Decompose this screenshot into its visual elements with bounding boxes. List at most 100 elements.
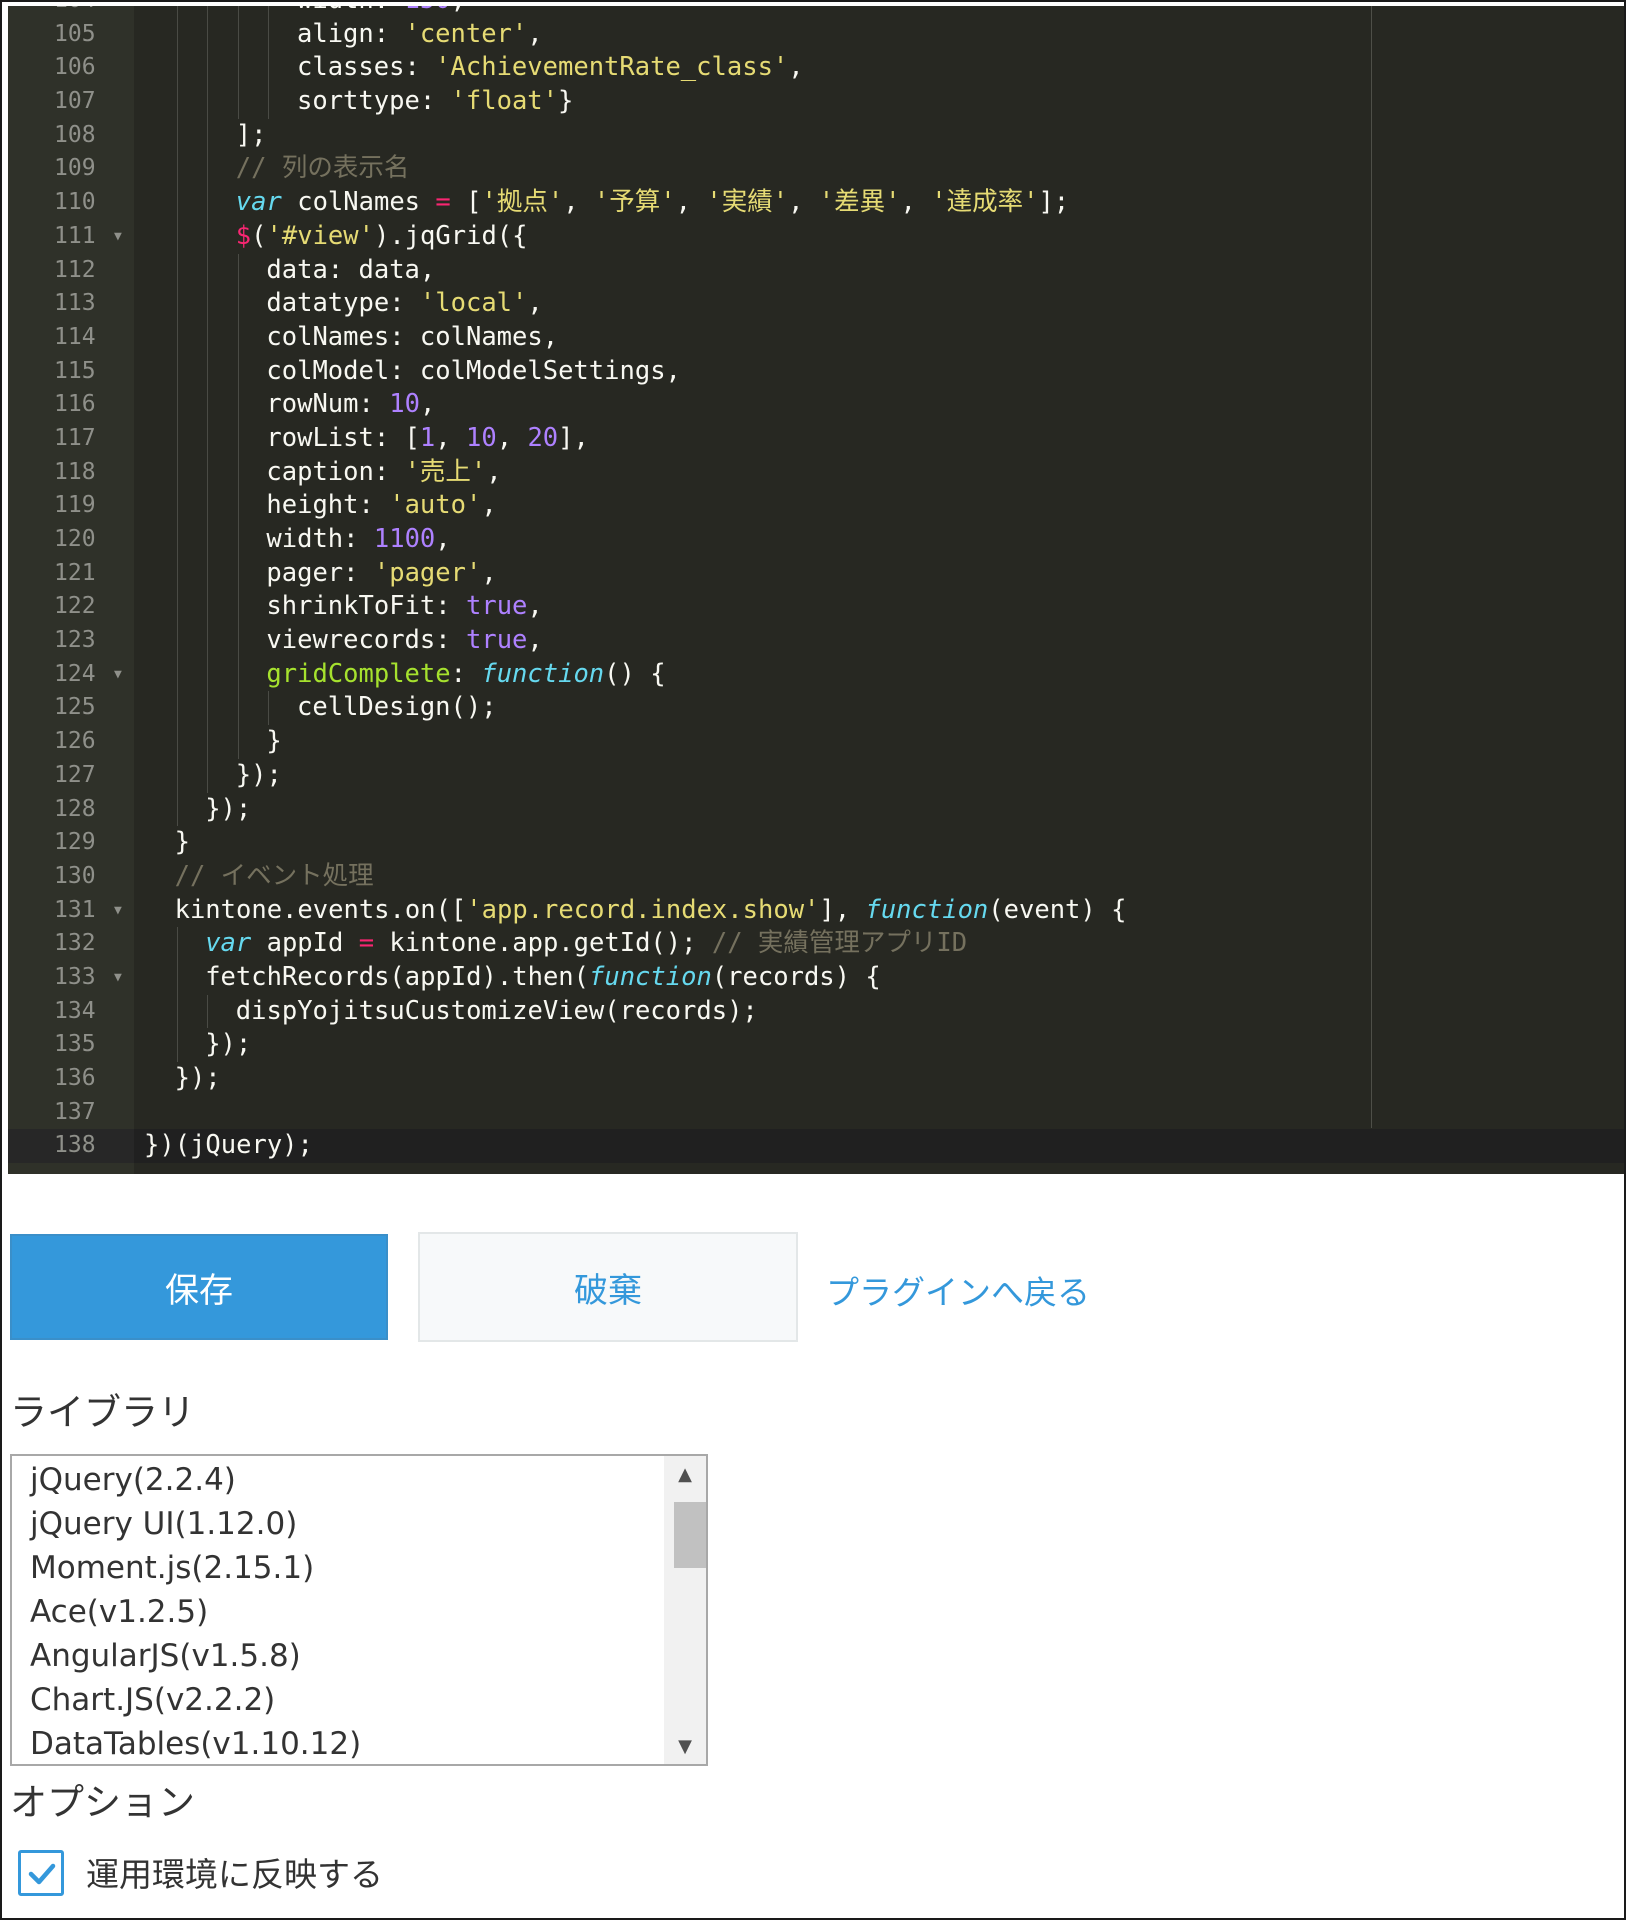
- fold-arrow-icon[interactable]: ▼: [114, 894, 122, 928]
- code-line[interactable]: 125 cellDesign();: [8, 691, 1624, 726]
- code-line[interactable]: 114 colNames: colNames,: [8, 320, 1624, 355]
- code-line[interactable]: 129}: [8, 826, 1624, 860]
- scroll-up-arrow-icon[interactable]: ▲: [664, 1460, 706, 1490]
- scroll-down-arrow-icon[interactable]: ▼: [664, 1732, 706, 1762]
- code-token: width:: [266, 524, 374, 554]
- code-line[interactable]: 112 data: data,: [8, 253, 1624, 288]
- library-scrollbar[interactable]: ▲ ▼: [664, 1456, 706, 1764]
- code-token: :: [450, 658, 482, 689]
- code-token: align:: [297, 18, 405, 49]
- code-line[interactable]: 113 datatype: 'local',: [8, 287, 1624, 321]
- code-line[interactable]: 131 ▼ kintone.events.on(['app.record.index…: [8, 894, 1624, 928]
- line-number: 130: [54, 862, 96, 889]
- indent-guide: [237, 590, 239, 625]
- code-token: ,: [527, 18, 543, 49]
- discard-button[interactable]: 破棄: [418, 1232, 798, 1342]
- indent-guide: [176, 960, 178, 995]
- code-line[interactable]: 105 align: 'center',: [8, 17, 1624, 52]
- scrollbar-thumb[interactable]: [674, 1502, 706, 1568]
- code-token: ,: [451, 6, 466, 15]
- code-token: rowList: [: [266, 422, 420, 453]
- code-line[interactable]: 116 rowNum: 10,: [8, 388, 1624, 422]
- code-line[interactable]: 119 height: 'auto',: [8, 489, 1624, 523]
- code-token: // 実績管理アプリID: [711, 928, 968, 959]
- indent-guide: [237, 556, 239, 591]
- code-line[interactable]: 122 shrinkToFit: true,: [8, 590, 1624, 625]
- code-token: shrinkToFit:: [266, 591, 466, 622]
- code-token: });: [205, 793, 252, 824]
- code-token: kintone.app.getId();: [374, 928, 712, 959]
- code-line[interactable]: 108];: [8, 118, 1624, 153]
- code-line[interactable]: 104 width: 150,: [8, 6, 1624, 18]
- code-line[interactable]: 111 ▼ $('#view').jqGrid({: [8, 219, 1624, 254]
- code-token: 'app.record.index.show': [466, 894, 820, 925]
- code-lines[interactable]: 104 width: 150, 105 align: 'center', 106 clas…: [8, 6, 1624, 1164]
- code-line[interactable]: 130 // イベント処理: [8, 860, 1624, 894]
- code-text: sorttype: 'float'}: [297, 85, 573, 119]
- code-line[interactable]: 120 width: 1100,: [8, 523, 1624, 557]
- code-line[interactable]: 127});: [8, 758, 1624, 793]
- code-line[interactable]: 123 viewrecords: true,: [8, 624, 1624, 658]
- code-line[interactable]: 137: [8, 1096, 1624, 1130]
- code-line[interactable]: 138})(jQuery);: [8, 1129, 1624, 1164]
- indent-guide: [176, 320, 178, 355]
- code-line[interactable]: 109 // 列の表示名: [8, 152, 1624, 187]
- code-line[interactable]: 135});: [8, 1028, 1624, 1062]
- indent-guide: [207, 186, 209, 220]
- indent-guide: [237, 388, 239, 422]
- code-line[interactable]: 118 caption: '売上',: [8, 455, 1624, 490]
- library-list-item[interactable]: AngularJS(v1.5.8): [30, 1634, 361, 1678]
- code-line[interactable]: 126}: [8, 725, 1624, 759]
- code-token: viewrecords:: [266, 625, 466, 656]
- indent-guide: [207, 421, 209, 456]
- line-number: 122: [54, 593, 96, 620]
- library-list-item[interactable]: jQuery UI(1.12.0): [30, 1502, 361, 1546]
- code-text: cellDesign();: [297, 691, 497, 725]
- code-line[interactable]: 121 pager: 'pager',: [8, 556, 1624, 591]
- code-token: colNames: [281, 187, 436, 218]
- fold-arrow-icon[interactable]: ▼: [114, 220, 122, 254]
- code-line[interactable]: 133 ▼ fetchRecords(appId).then(function(re…: [8, 960, 1624, 995]
- code-line[interactable]: 107 sorttype: 'float'}: [8, 85, 1624, 119]
- code-text: }: [266, 725, 281, 759]
- code-token: datatype:: [266, 288, 420, 319]
- code-editor[interactable]: 104 width: 150, 105 align: 'center', 106 clas…: [8, 6, 1624, 1174]
- line-number: 127: [54, 761, 96, 788]
- code-line[interactable]: 115 colModel: colModelSettings,: [8, 354, 1624, 389]
- line-number: 136: [54, 1065, 96, 1091]
- library-list-item[interactable]: Moment.js(2.15.1): [30, 1546, 361, 1590]
- code-line[interactable]: 106 classes: 'AchievementRate_class',: [8, 51, 1624, 86]
- code-line[interactable]: 134 dispYojitsuCustomizeView(records);: [8, 994, 1624, 1029]
- indent-guide: [237, 421, 239, 456]
- library-list-item[interactable]: jQuery(2.2.4): [30, 1458, 361, 1502]
- indent-guide: [207, 691, 209, 726]
- apply-environment-checkbox[interactable]: [18, 1850, 64, 1896]
- code-line[interactable]: 110 var colNames = ['拠点', '予算', '実績', '差異…: [8, 186, 1624, 220]
- code-line[interactable]: 132 var appId = kintone.app.getId(); // 実…: [8, 927, 1624, 961]
- indent-guide: [207, 6, 209, 18]
- indent-guide: [176, 17, 178, 52]
- library-list-item[interactable]: DataTables(v1.10.12): [30, 1722, 361, 1764]
- save-button[interactable]: 保存: [10, 1234, 388, 1340]
- code-token: kintone.events.on([: [174, 894, 467, 925]
- code-token: 'auto': [389, 490, 482, 521]
- code-token: (: [251, 220, 267, 251]
- code-line[interactable]: 136});: [8, 1062, 1624, 1096]
- fold-arrow-icon[interactable]: ▼: [114, 658, 122, 692]
- back-to-plugins-link[interactable]: プラグインへ戻る: [826, 1266, 1090, 1314]
- library-list-item[interactable]: Chart.JS(v2.2.2): [30, 1678, 361, 1722]
- library-list-item[interactable]: Ace(v1.2.5): [30, 1590, 361, 1634]
- code-line[interactable]: 117 rowList: [1, 10, 20],: [8, 421, 1624, 456]
- code-token: width:: [297, 6, 404, 15]
- apply-environment-label[interactable]: 運用環境に反映する: [86, 1848, 383, 1896]
- code-line[interactable]: 128});: [8, 792, 1624, 827]
- code-token: 20: [527, 422, 559, 453]
- code-text: fetchRecords(appId).then(function(record…: [205, 961, 881, 995]
- indent-guide: [237, 17, 239, 52]
- code-token: 150: [404, 6, 450, 15]
- library-listbox[interactable]: jQuery(2.2.4) jQuery UI(1.12.0) Moment.js(…: [10, 1454, 708, 1766]
- code-line[interactable]: 124 ▼ gridComplete: function() {: [8, 657, 1624, 692]
- code-token: colNames: colNames,: [266, 321, 559, 352]
- fold-arrow-icon[interactable]: ▼: [114, 961, 122, 995]
- code-token: }: [266, 726, 282, 757]
